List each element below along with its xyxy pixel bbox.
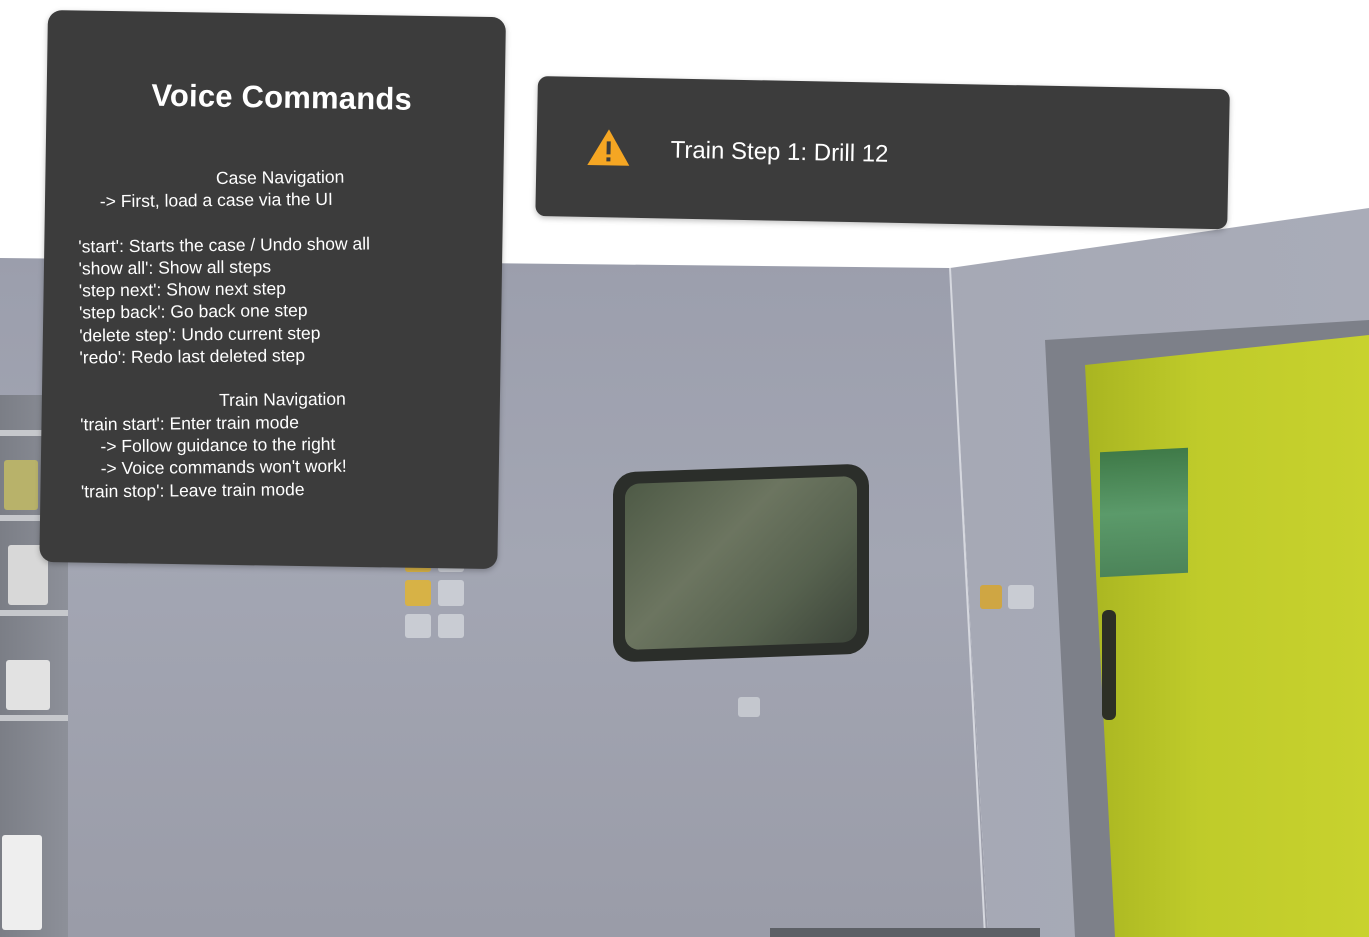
wall-switch: [980, 585, 1002, 609]
shelf-box: [4, 460, 38, 510]
wall-switch: [438, 580, 464, 606]
voice-commands-list: Case Navigation -> First, load a case vi…: [78, 164, 481, 502]
wall-switch: [405, 614, 431, 638]
train-step-panel: Train Step 1: Drill 12: [535, 76, 1230, 230]
shelf-plank: [0, 610, 68, 616]
shelf-plank: [0, 715, 68, 721]
train-step-label: Train Step 1: Drill 12: [670, 136, 889, 168]
ar-scene: Voice Commands Case Navigation -> First,…: [0, 0, 1369, 937]
door-handle: [1102, 610, 1116, 720]
command-train-stop: 'train stop': Leave train mode: [80, 478, 305, 502]
wall-switch: [438, 614, 464, 638]
shelf-bucket: [2, 835, 42, 930]
wall-switch: [1008, 585, 1034, 609]
window-glass: [625, 475, 857, 651]
wall-outlet: [738, 697, 760, 717]
shelf-box: [6, 660, 50, 710]
voice-commands-title: Voice Commands: [151, 77, 413, 117]
yellow-door: [1085, 335, 1369, 937]
floor-strip: [770, 928, 1040, 937]
warning-icon: [587, 129, 630, 166]
voice-commands-panel: Voice Commands Case Navigation -> First,…: [39, 10, 506, 570]
wall-switch: [405, 580, 431, 606]
wall-window: [613, 463, 869, 663]
door-poster: [1100, 447, 1188, 578]
